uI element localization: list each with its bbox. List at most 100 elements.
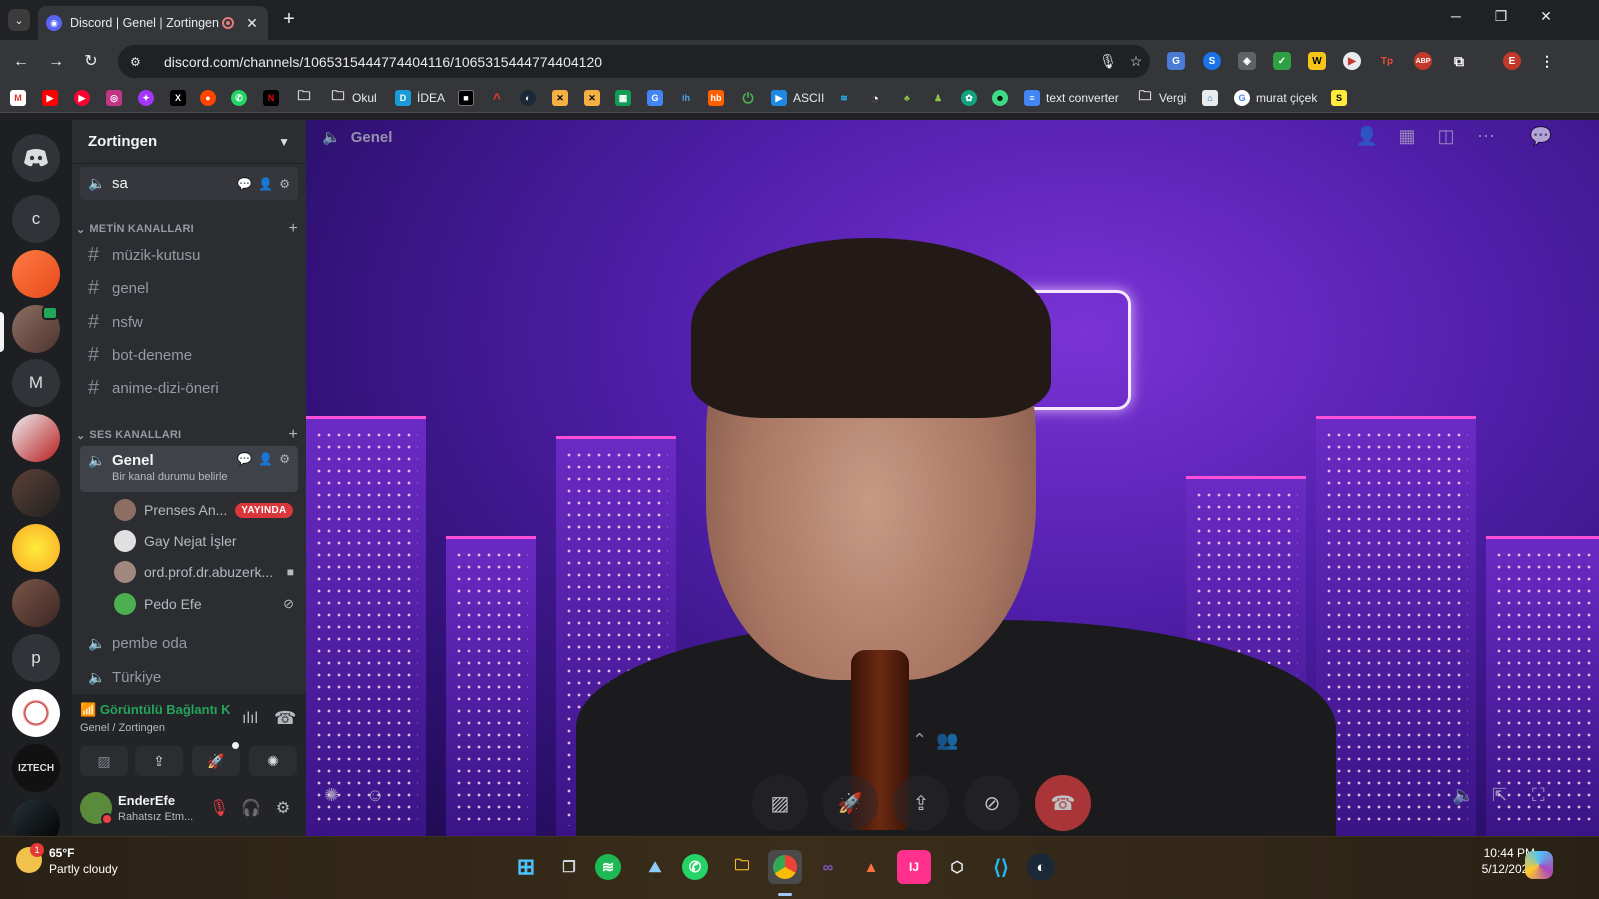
browser-tab-active[interactable]: ◉ Discord | Genel | Zortingen ✕ — [38, 6, 268, 40]
add-member-icon[interactable]: 👤 — [258, 177, 273, 191]
add-member-icon[interactable]: 👤 — [258, 452, 273, 466]
activities-button[interactable]: 🚀 — [822, 775, 878, 831]
disconnect-icon[interactable]: ☎ — [274, 708, 296, 729]
bookmark-black-square[interactable]: ■ — [458, 89, 474, 107]
file-explorer-icon[interactable]: 🗀 — [725, 850, 759, 884]
reddit-bookmark[interactable]: ● — [200, 89, 216, 107]
noise-suppression-icon[interactable]: ılıl — [242, 710, 258, 728]
whatsapp-bookmark[interactable]: ✆ — [231, 89, 247, 107]
channel-turkiye[interactable]: 🔈 Türkiye — [80, 661, 298, 694]
category-voice-channels[interactable]: ⌄ SES KANALLARI + — [76, 426, 298, 444]
soundboard-icon[interactable]: ✺ — [324, 785, 339, 806]
category-text-channels[interactable]: ⌄ METİN KANALLARI + — [76, 220, 298, 238]
channel-nsfw[interactable]: # nsfw — [80, 306, 298, 339]
channel-genel-text[interactable]: # genel — [80, 272, 298, 305]
headphones-icon[interactable]: 🎧 — [240, 798, 262, 818]
gauge-bookmark[interactable]: ◔ — [867, 89, 883, 107]
reload-button[interactable]: ↻ — [80, 51, 102, 73]
popout-icon[interactable]: ⇱ — [1492, 785, 1507, 806]
server-c[interactable]: c — [12, 195, 60, 243]
server-avatar-iztech[interactable]: IZTECH — [12, 744, 60, 792]
netflix-bookmark[interactable]: N — [263, 89, 279, 107]
server-avatar-family[interactable] — [12, 414, 60, 462]
disconnect-button[interactable]: ☎ — [1035, 775, 1091, 831]
tab-search-button[interactable]: ⌄ — [8, 9, 30, 31]
bookmark-idea[interactable]: D İDEA — [395, 89, 445, 107]
tab-close-icon[interactable]: ✕ — [244, 15, 260, 32]
figure2-bookmark[interactable]: ♟ — [930, 89, 946, 107]
server-avatar-person[interactable] — [12, 579, 60, 627]
invite-member-icon[interactable]: 👤 — [1354, 126, 1380, 152]
back-button[interactable]: ← — [10, 51, 32, 73]
hb-bookmark[interactable]: hb — [708, 89, 724, 107]
sheets-bookmark[interactable]: ▦ — [615, 89, 631, 107]
site-info-icon[interactable]: ⚙ — [130, 55, 150, 69]
forward-button[interactable]: → — [45, 51, 67, 73]
spotify-icon[interactable]: ≋ — [595, 854, 621, 880]
chevron-up-icon[interactable]: ⌃ — [912, 730, 927, 751]
s-bookmark[interactable]: S — [1331, 89, 1347, 107]
discord-home-icon[interactable] — [12, 134, 60, 182]
add-channel-icon[interactable]: + — [288, 220, 298, 238]
more-options-icon[interactable]: ⋯ — [1473, 126, 1499, 152]
channel-status-text[interactable]: Bir kanal durumu belirle — [112, 471, 228, 483]
new-tab-button[interactable]: + — [278, 8, 300, 31]
emoji-icon[interactable]: ☺ — [366, 785, 384, 806]
popout-icon[interactable]: ◫ — [1433, 126, 1459, 152]
power-bookmark[interactable]: ⏻ — [740, 89, 756, 107]
intellij-icon[interactable]: IJ — [897, 850, 931, 884]
voice-user[interactable]: Pedo Efe ⊘ — [114, 590, 294, 618]
steam-bookmark[interactable]: ◐ — [520, 89, 536, 107]
voice-user[interactable]: Gay Nejat İşler — [114, 527, 294, 555]
bookmark-x-game[interactable]: ✕ — [552, 89, 568, 107]
server-avatar-dark[interactable] — [12, 469, 60, 517]
steam-icon[interactable]: ◐ — [1027, 853, 1055, 881]
shield-icon[interactable]: ◈ — [1238, 52, 1256, 70]
server-avatar-university[interactable] — [12, 689, 60, 737]
chrome-menu-icon[interactable]: ⋮ — [1538, 52, 1556, 70]
share-screen-button[interactable]: ⇪ — [893, 775, 949, 831]
chatgpt-bookmark[interactable]: ✿ — [961, 89, 977, 107]
microphone-icon[interactable]: 🎙 — [1094, 53, 1122, 70]
grid-layout-icon[interactable]: ▦ — [1394, 126, 1420, 152]
server-avatar-orange[interactable] — [12, 250, 60, 298]
voice-user[interactable]: ord.prof.dr.abuzerk... ■ — [114, 558, 294, 586]
matlab-icon[interactable]: ▲ — [854, 850, 888, 884]
extensions-puzzle-icon[interactable]: ⧉ — [1450, 52, 1468, 70]
visual-studio-icon[interactable]: ∞ — [811, 850, 845, 884]
whatsapp-icon[interactable]: ✆ — [682, 854, 708, 880]
bookmark-text-converter[interactable]: ≡ text converter — [1024, 89, 1119, 107]
volume-icon[interactable]: 🔈 — [1452, 785, 1474, 806]
mic-muted-icon[interactable]: 🎙 — [208, 798, 230, 818]
play-extension-icon[interactable]: ▶ — [1343, 52, 1361, 70]
channel-bot-deneme[interactable]: # bot-deneme — [80, 339, 298, 372]
youtube-bookmark[interactable]: ▶ — [42, 89, 58, 107]
close-window-button[interactable]: ✕ — [1531, 8, 1561, 25]
channel-muzik-kutusu[interactable]: # müzik-kutusu — [80, 239, 298, 272]
channel-pembe-oda[interactable]: 🔈 pembe oda — [80, 627, 298, 660]
adblock-plus-icon[interactable]: ABP — [1414, 52, 1432, 70]
address-bar[interactable]: ⚙ discord.com/channels/10653154447744041… — [118, 45, 1150, 78]
bookmark-murat[interactable]: Gmurat çiçek — [1234, 89, 1317, 107]
unity-icon[interactable]: ⬡ — [940, 850, 974, 884]
profile-avatar-icon[interactable]: E — [1503, 52, 1521, 70]
server-header[interactable]: Zortingen ▼ — [72, 120, 306, 164]
restore-button[interactable]: ❐ — [1486, 8, 1516, 25]
connection-status[interactable]: 📶 Görüntülü Bağlantı Kı — [80, 702, 230, 718]
store-bookmark[interactable]: ⌂ — [1202, 89, 1218, 107]
android-bookmark[interactable]: ☻ — [992, 89, 1008, 107]
gear-icon[interactable]: ⚙ — [279, 177, 290, 191]
voice-user[interactable]: Prenses An... YAYINDA — [114, 496, 294, 524]
chrome-icon[interactable] — [768, 850, 802, 884]
bookmark-x-game-2[interactable]: ✕ — [584, 89, 600, 107]
tp-extension-icon[interactable]: Tp — [1378, 52, 1396, 70]
channel-sa[interactable]: 🔈 sa 💬 👤 ⚙ — [80, 167, 298, 200]
messenger-bookmark[interactable]: ✦ — [138, 89, 154, 107]
windows-start-icon[interactable]: ⊞ — [509, 850, 543, 884]
camera-off-button[interactable]: ▨ — [752, 775, 808, 831]
server-p[interactable]: p — [12, 634, 60, 682]
chat-bubble-icon[interactable]: 💬 — [237, 452, 252, 466]
copilot-icon[interactable] — [1525, 851, 1553, 879]
translate-bookmark[interactable]: G — [647, 89, 663, 107]
youtube-music-bookmark[interactable]: ▶ — [74, 89, 90, 107]
